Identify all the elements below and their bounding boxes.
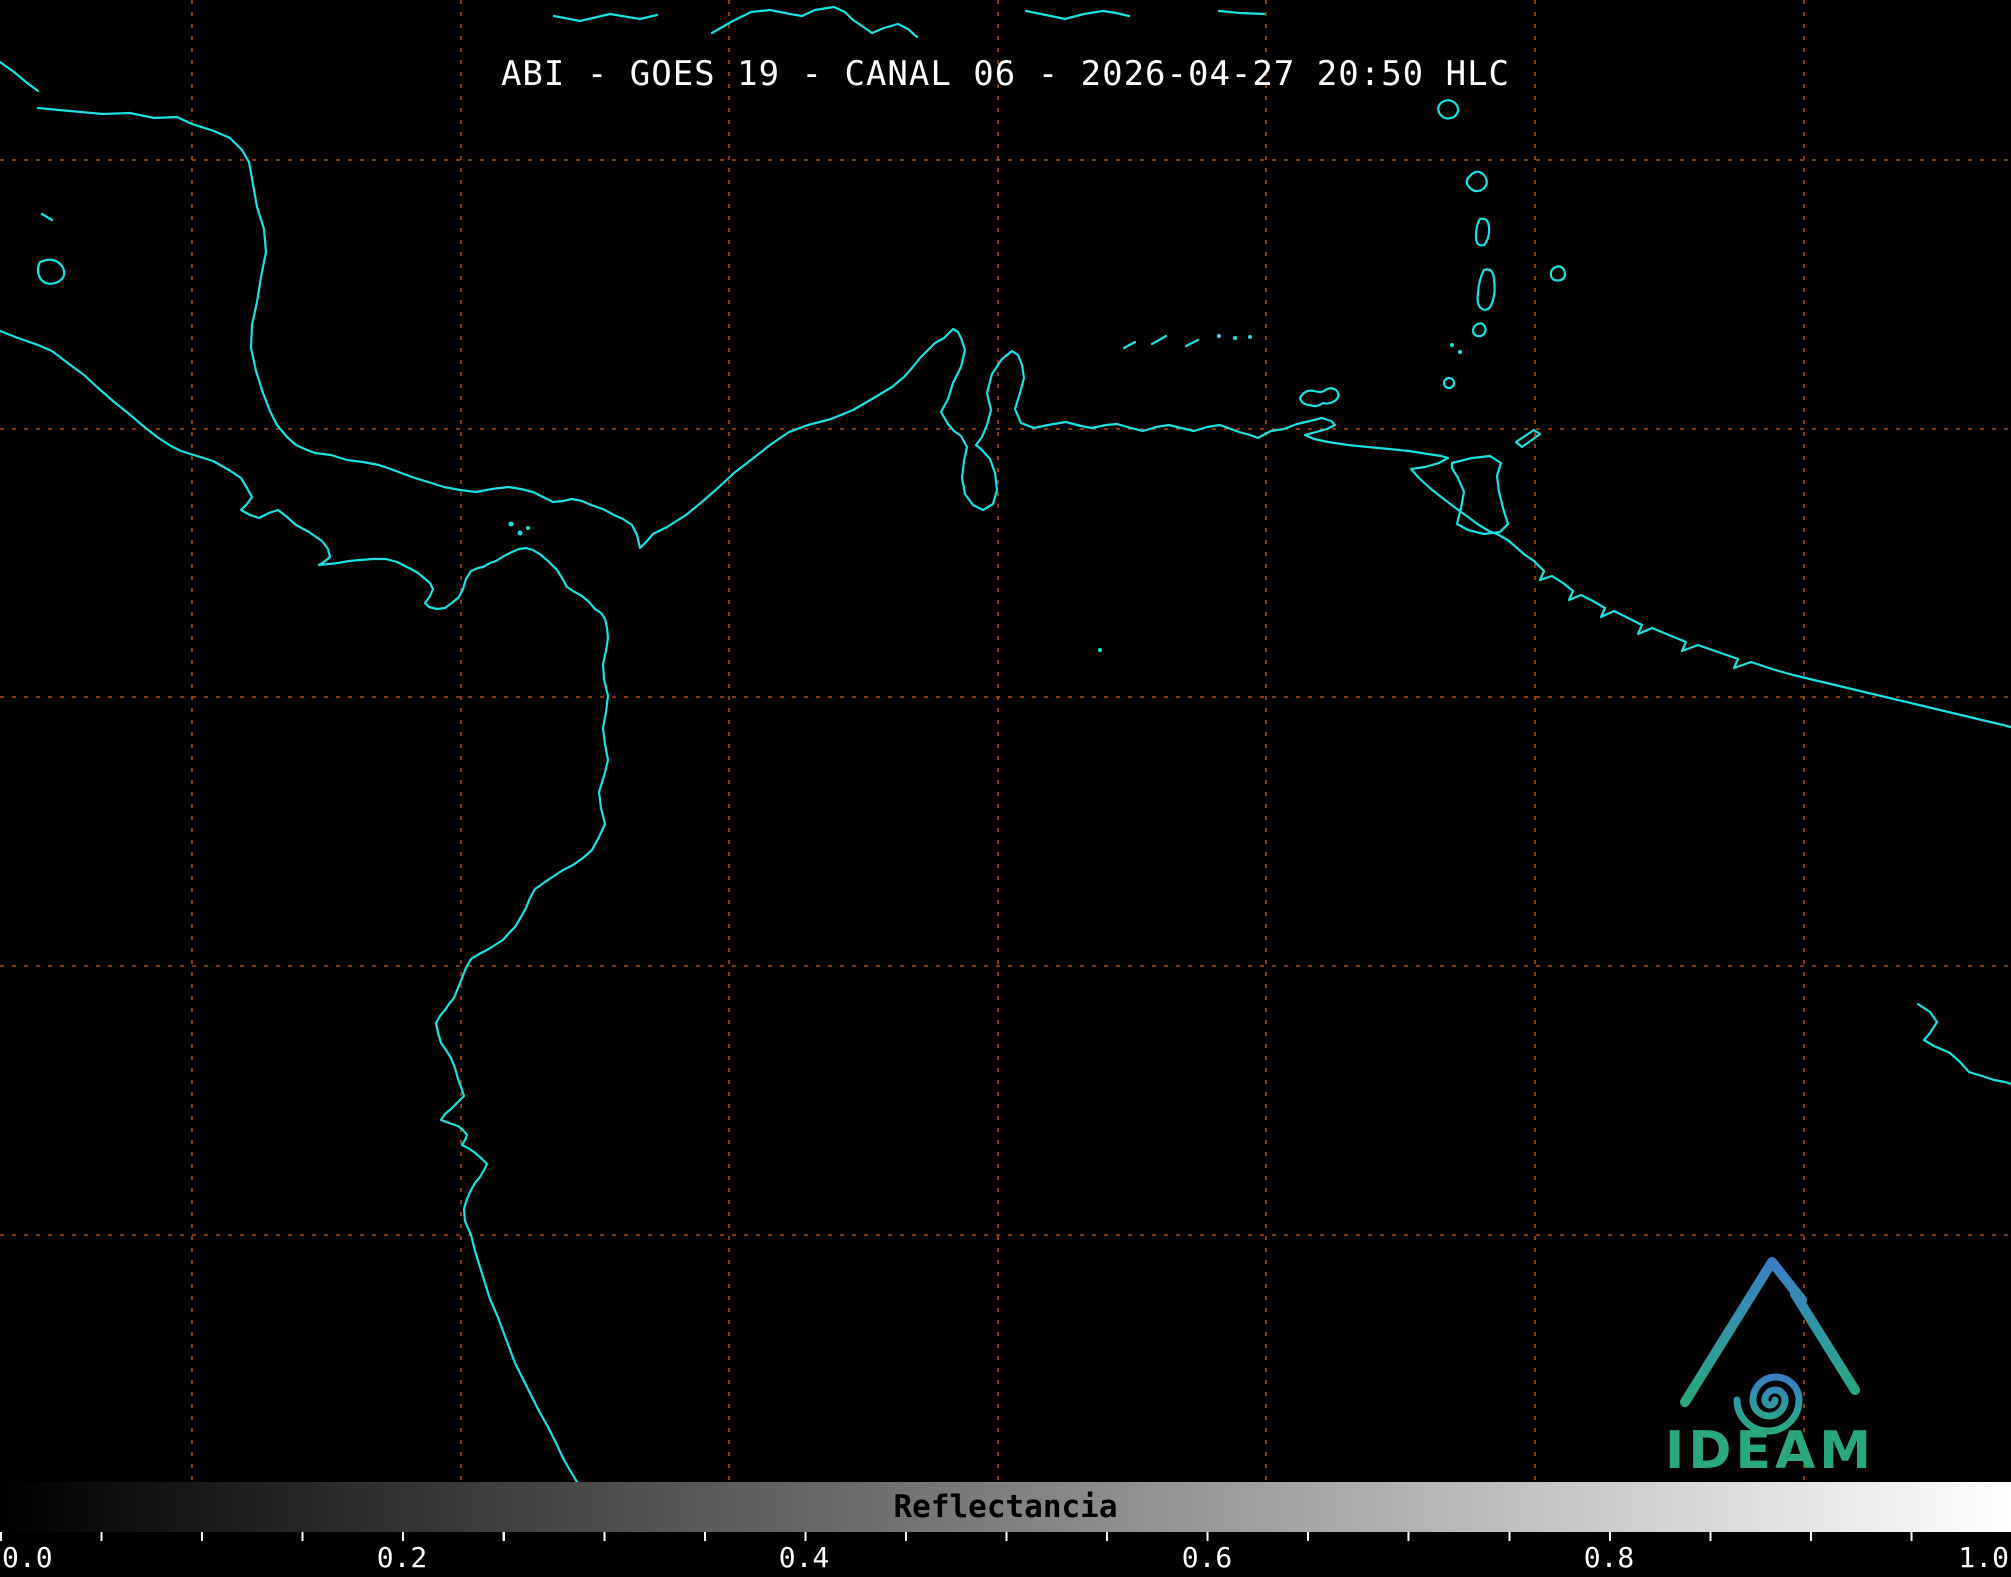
colorbar-ticks <box>0 1532 2011 1541</box>
coastline-fragment-top <box>552 12 659 23</box>
island <box>1474 217 1491 247</box>
colorbar-tick-label: 0.8 <box>1583 1541 1635 1574</box>
island-dot <box>526 526 530 530</box>
logo-text: IDEAM <box>1665 1421 1875 1481</box>
islands-venezuela-offshore <box>1122 334 1340 408</box>
lake-nicaragua <box>36 258 66 285</box>
island-dot <box>508 521 514 527</box>
colorbar-tick-label: 0.6 <box>1181 1541 1233 1574</box>
island-dot <box>1217 334 1221 338</box>
colorbar-tick-label: 0.2 <box>376 1541 428 1574</box>
islands-lesser-antilles <box>1437 99 1567 536</box>
island-grenada <box>1442 376 1456 390</box>
colorbar-tick-labels: 0.0 0.2 0.4 0.6 0.8 1.0 <box>0 1541 2011 1577</box>
colorbar-tick-label: 0.4 <box>778 1541 830 1574</box>
island-tobago <box>1514 428 1542 449</box>
island <box>1476 268 1496 311</box>
ideam-logo: IDEAM <box>1665 1257 1875 1481</box>
colorbar-label: Reflectancia <box>893 1489 1118 1525</box>
island-dot <box>1450 343 1454 347</box>
island-margarita <box>1298 387 1340 408</box>
coastline-caribbean-south-america <box>36 106 2011 729</box>
colorbar-tick-label: 0.0 <box>2 1541 53 1574</box>
island-san-andres <box>40 212 54 222</box>
island-dot <box>1248 335 1252 339</box>
lake-dot <box>1098 648 1102 652</box>
island-dot <box>1458 350 1462 354</box>
island <box>1465 170 1488 193</box>
island-aruba <box>1122 340 1137 350</box>
image-title: ABI - GOES 19 - CANAL 06 - 2026-04-27 20… <box>500 54 1511 94</box>
island-bonaire <box>1184 338 1200 348</box>
islands-misc <box>40 212 1102 652</box>
island <box>1471 322 1487 338</box>
island-barbados <box>1549 265 1567 282</box>
coastline-pacific-south-america <box>0 329 610 1482</box>
satellite-image-viewer: ABI - GOES 19 - CANAL 06 - 2026-04-27 20… <box>0 0 2011 1577</box>
island <box>1437 99 1460 120</box>
island-curacao <box>1150 334 1168 346</box>
island-trinidad <box>1450 454 1510 536</box>
coastline-fragment-puerto-rico <box>1024 9 1131 21</box>
coastline-fragment-hispaniola <box>710 5 919 39</box>
coastline-fragment-right-edge <box>1916 1002 2011 1086</box>
colorbar-tick-label: 1.0 <box>1958 1541 2009 1574</box>
coastline-fragment-top-right <box>1217 9 1266 16</box>
island-dot <box>517 530 523 536</box>
colorbar: Reflectancia <box>0 1482 2011 1532</box>
island-dot <box>1233 336 1237 340</box>
